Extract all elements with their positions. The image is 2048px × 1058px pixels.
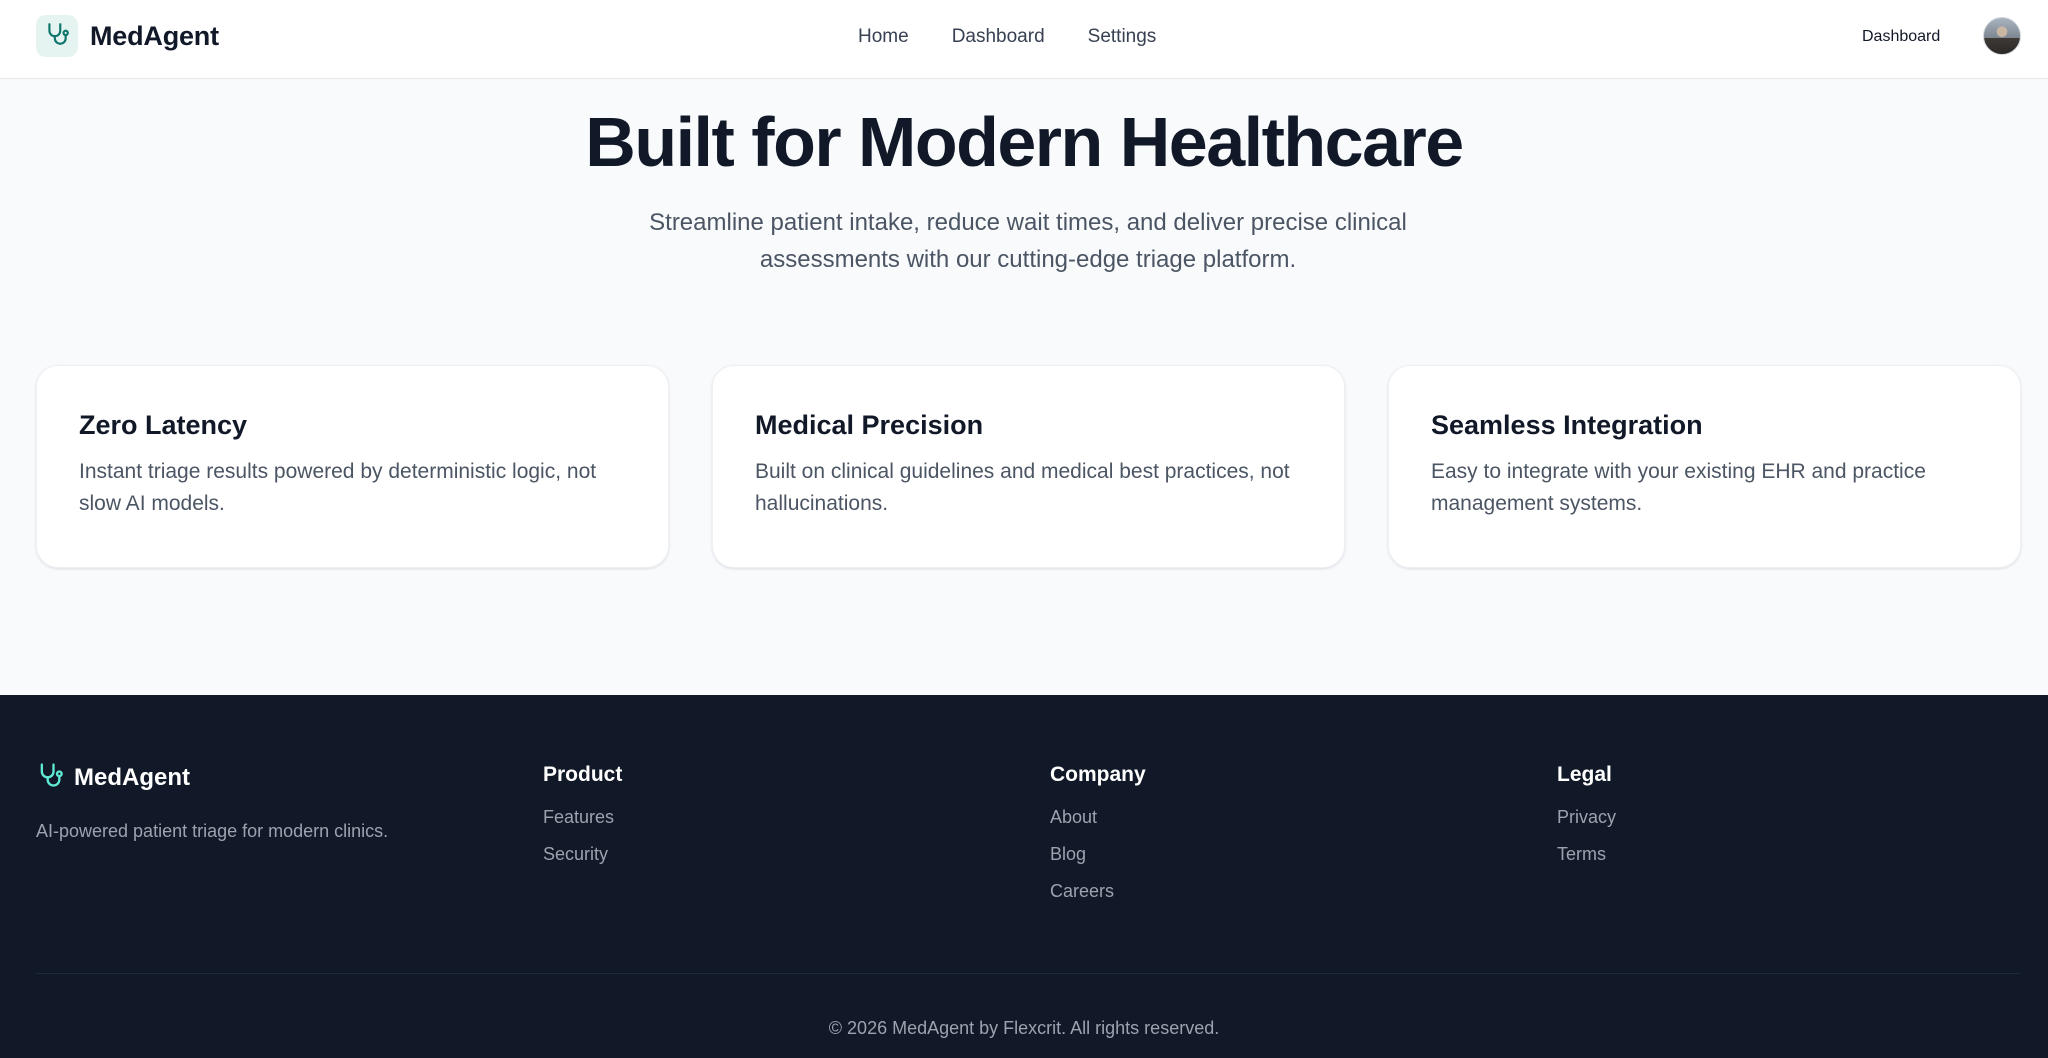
hero-subtitle: Streamline patient intake, reduce wait t… — [649, 209, 1407, 273]
feature-card-text: Built on clinical guidelines and medical… — [755, 460, 1290, 515]
feature-card-seamless-integration: Seamless Integration Easy to integrate w… — [1388, 365, 2021, 568]
hero-title: Built for Modern Healthcare — [585, 103, 1464, 181]
footer-column-company: Company About Blog Careers — [1050, 761, 1146, 916]
footer-brand-name: MedAgent — [74, 763, 190, 791]
footer-link-terms[interactable]: Terms — [1557, 842, 1616, 866]
footer-divider — [36, 973, 2020, 974]
stethoscope-icon — [44, 21, 70, 52]
footer-link-privacy[interactable]: Privacy — [1557, 805, 1616, 829]
feature-card-text: Easy to integrate with your existing EHR… — [1431, 460, 1926, 515]
brand-icon-badge — [36, 15, 78, 57]
feature-card-title: Zero Latency — [79, 410, 248, 440]
feature-card-title: Seamless Integration — [1431, 410, 1703, 440]
top-navbar: MedAgent Home Dashboard Settings Dashboa… — [0, 0, 2048, 79]
footer-column-legal: Legal Privacy Terms — [1557, 761, 1616, 879]
feature-card-medical-precision: Medical Precision Built on clinical guid… — [712, 365, 1345, 568]
footer-tagline: AI-powered patient triage for modern cli… — [36, 821, 389, 841]
footer-link-security[interactable]: Security — [543, 842, 622, 866]
brand-logo[interactable]: MedAgent — [36, 15, 219, 57]
footer-column-title: Legal — [1557, 763, 1612, 786]
footer-column-product: Product Features Security — [543, 761, 622, 879]
stethoscope-icon — [36, 761, 64, 794]
footer-copyright: © 2026 MedAgent by Flexcrit. All rights … — [828, 1018, 1220, 1038]
user-avatar[interactable] — [1983, 17, 2021, 55]
main-nav: Home Dashboard Settings — [858, 24, 1199, 50]
footer-column-title: Company — [1050, 763, 1146, 786]
footer-link-blog[interactable]: Blog — [1050, 842, 1146, 866]
footer-link-features[interactable]: Features — [543, 805, 622, 829]
footer-brand[interactable]: MedAgent — [36, 761, 190, 794]
footer-link-about[interactable]: About — [1050, 805, 1146, 829]
brand-name: MedAgent — [90, 20, 219, 51]
nav-link-settings[interactable]: Settings — [1088, 24, 1157, 50]
site-footer: MedAgent AI-powered patient triage for m… — [0, 695, 2048, 1058]
feature-card-zero-latency: Zero Latency Instant triage results powe… — [36, 365, 669, 568]
nav-link-home[interactable]: Home — [858, 24, 909, 50]
dashboard-button[interactable]: Dashboard — [1862, 26, 1940, 48]
feature-card-text: Instant triage results powered by determ… — [79, 460, 597, 515]
footer-column-title: Product — [543, 763, 623, 786]
feature-card-title: Medical Precision — [755, 410, 984, 440]
footer-link-careers[interactable]: Careers — [1050, 879, 1146, 903]
nav-link-dashboard[interactable]: Dashboard — [952, 24, 1045, 50]
